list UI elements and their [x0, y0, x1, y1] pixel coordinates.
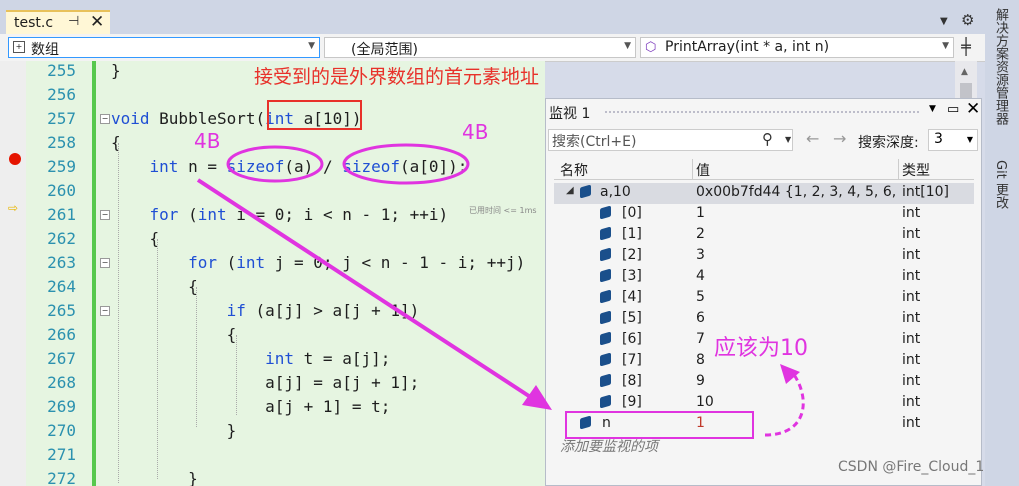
param-highlight-box [267, 100, 362, 130]
watermark: CSDN @Fire_Cloud_1 [838, 459, 985, 475]
pointer-arrow-head [522, 385, 552, 410]
annotation-size-left: 4B [194, 129, 221, 153]
curved-arrow-head [780, 364, 800, 384]
sizeof-a0-circle [342, 143, 470, 185]
n-row-highlight-box [565, 411, 754, 439]
curved-arrow-line [764, 371, 805, 437]
annotation-size-right: 4B [462, 120, 489, 144]
sizeof-a-circle [226, 145, 324, 183]
pointer-arrow-line [196, 178, 537, 402]
annotation-should-be-10: 应该为10 [714, 336, 808, 361]
annotation-first-element-address: 接受到的是外界数组的首元素地址 [254, 66, 540, 88]
